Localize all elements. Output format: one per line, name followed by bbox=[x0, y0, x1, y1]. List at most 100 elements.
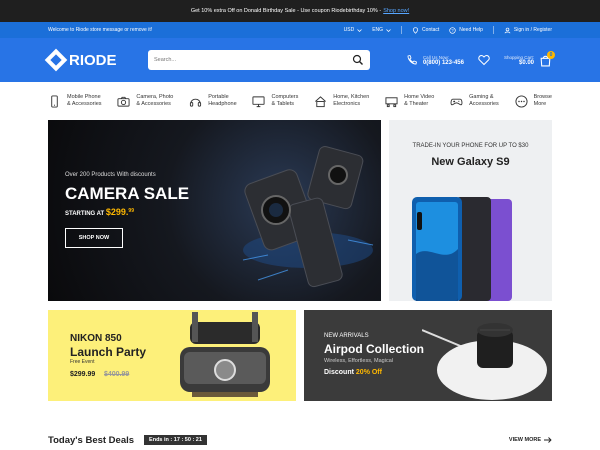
promo-text: Get 10% extra Off on Donald Birthday Sal… bbox=[190, 8, 382, 14]
banner-airpod-collection[interactable]: NEW ARRIVALS Airpod Collection Wireless,… bbox=[304, 310, 552, 401]
currency-label: USD bbox=[343, 27, 355, 33]
category-label: Home, Kitchen bbox=[333, 94, 370, 101]
help-link[interactable]: ? Need Help bbox=[449, 26, 483, 34]
theater-icon bbox=[385, 96, 398, 107]
more-icon bbox=[515, 94, 528, 108]
category-item-kitchen[interactable]: Home, Kitchen Electronics bbox=[314, 94, 369, 107]
signin-label: Sign in / Register bbox=[513, 27, 552, 33]
phone-icon bbox=[407, 54, 417, 65]
logo[interactable]: RIODE bbox=[44, 48, 148, 72]
category-label: & Tablets bbox=[271, 101, 295, 107]
category-label: & Accessories bbox=[67, 101, 102, 107]
hero-title: CAMERA SALE bbox=[65, 184, 190, 203]
category-item-headphone[interactable]: Portable Headphone bbox=[189, 94, 237, 107]
banner-nikon-launch[interactable]: NIKON 850 Launch Party Free Event $299.9… bbox=[48, 310, 296, 401]
call-us[interactable]: Call Us Now: 0(800) 123-456 bbox=[406, 54, 464, 66]
shopping-cart[interactable]: Shopping Cart: $0.00 0 bbox=[503, 50, 555, 67]
category-label: Camera, Photo bbox=[136, 94, 174, 101]
category-label: Gaming & bbox=[469, 94, 494, 101]
category-bar: Mobile Phone & Accessories Camera, Photo &… bbox=[48, 90, 552, 112]
cart-icon-wrap: 0 bbox=[539, 50, 555, 67]
contact-link[interactable]: Contact bbox=[412, 26, 439, 34]
airpod-discount-prefix: Discount bbox=[324, 369, 354, 376]
hero-price: STARTING AT $299.99 bbox=[65, 207, 134, 217]
category-label: Browse bbox=[533, 94, 552, 101]
category-label: More bbox=[533, 101, 547, 107]
nikon-price: $299.99 bbox=[70, 371, 96, 378]
search-icon[interactable] bbox=[352, 54, 364, 66]
camera-icon bbox=[117, 96, 130, 107]
location-pin-icon bbox=[413, 26, 418, 34]
language-select[interactable]: ENG bbox=[372, 27, 391, 33]
smartphones-image bbox=[412, 197, 512, 301]
nikon-title: NIKON 850 bbox=[70, 333, 122, 344]
category-label: Electronics bbox=[333, 101, 361, 107]
top-strip: Welcome to Riode store message or remove… bbox=[0, 22, 600, 38]
cart-label: Shopping Cart: bbox=[503, 54, 534, 60]
side-banner-galaxy[interactable]: TRADE-IN YOUR PHONE FOR UP TO $30 New Ga… bbox=[389, 120, 552, 301]
help-label: Need Help bbox=[459, 27, 483, 33]
chevron-down-icon bbox=[386, 28, 391, 32]
category-item-theater[interactable]: Home Video & Theater bbox=[385, 94, 434, 107]
gamepad-icon bbox=[450, 98, 463, 105]
welcome-message: Welcome to Riode store message or remove… bbox=[48, 27, 153, 33]
promo-shop-link[interactable]: Shop now! bbox=[383, 8, 409, 14]
category-item-computers[interactable]: Computers & Tablets bbox=[252, 94, 298, 107]
airpod-discount: Discount 20% Off bbox=[324, 369, 382, 376]
deals-title: Today's Best Deals bbox=[48, 434, 135, 446]
search-input[interactable] bbox=[154, 57, 352, 63]
call-label: Call Us Now: bbox=[422, 54, 449, 60]
headphone-icon bbox=[190, 98, 202, 107]
divider bbox=[401, 26, 403, 34]
shop-now-button[interactable]: SHOP NOW bbox=[65, 228, 123, 248]
category-label: Portable bbox=[208, 94, 229, 101]
category-label: Accessories bbox=[469, 101, 499, 107]
speaker-image bbox=[422, 323, 547, 400]
nikon-event: Free Event bbox=[70, 359, 95, 365]
todays-deals-header: Today's Best Deals Ends in : 17 : 50 : 2… bbox=[48, 432, 552, 448]
chevron-down-icon bbox=[357, 28, 362, 32]
hero-price-amount: $299. bbox=[105, 207, 129, 217]
cart-count-badge: 0 bbox=[547, 50, 555, 59]
wishlist-heart-icon[interactable] bbox=[478, 54, 490, 66]
airpod-tag: NEW ARRIVALS bbox=[324, 333, 369, 339]
hero-subtitle: Over 200 Products With discounts bbox=[65, 172, 156, 178]
category-item-camera[interactable]: Camera, Photo & Accessories bbox=[117, 94, 173, 107]
signin-link[interactable]: Sign in / Register bbox=[504, 27, 552, 34]
category-label: Home Video bbox=[404, 94, 435, 101]
language-label: ENG bbox=[372, 27, 384, 33]
airpod-discount-value: 20% Off bbox=[355, 369, 382, 376]
promo-bar: Get 10% extra Off on Donald Birthday Sal… bbox=[0, 0, 600, 22]
category-item-browse-more[interactable]: Browse More bbox=[515, 94, 552, 108]
airpod-description: Wireless, Effortless, Magical bbox=[324, 358, 393, 364]
currency-select[interactable]: USD bbox=[344, 27, 363, 33]
monitor-icon bbox=[252, 95, 266, 107]
kitchen-icon bbox=[315, 95, 327, 107]
main-header: RIODE Call Us Now: 0(800) 123-456 Shoppi… bbox=[0, 38, 600, 82]
arrow-right-icon bbox=[544, 437, 552, 443]
airpod-title: Airpod Collection bbox=[324, 342, 424, 356]
view-more-link[interactable]: VIEW MORE bbox=[509, 437, 552, 443]
category-label: & Accessories bbox=[136, 101, 171, 107]
phone-icon bbox=[51, 94, 58, 108]
hero-price-cents: 99 bbox=[128, 208, 134, 214]
side-banner-tagline: TRADE-IN YOUR PHONE FOR UP TO $30 bbox=[412, 143, 529, 149]
side-banner-title: New Galaxy S9 bbox=[431, 156, 510, 168]
hero-price-prefix: STARTING AT bbox=[65, 211, 105, 217]
category-label: Mobile Phone bbox=[67, 94, 101, 101]
logo-text: RIODE bbox=[69, 51, 117, 69]
search-box bbox=[148, 50, 370, 70]
nikon-subtitle: Launch Party bbox=[70, 345, 147, 359]
cart-total: $0.00 bbox=[518, 59, 534, 66]
category-item-gaming[interactable]: Gaming & Accessories bbox=[450, 94, 499, 107]
hero-banner-camera-sale[interactable]: Over 200 Products With discounts CAMERA … bbox=[48, 120, 381, 301]
view-more-label: VIEW MORE bbox=[508, 437, 541, 443]
svg-text:?: ? bbox=[452, 27, 455, 32]
user-icon bbox=[504, 27, 511, 33]
nikon-old-price: $400.99 bbox=[104, 371, 130, 378]
category-label: Headphone bbox=[208, 101, 237, 107]
phone-number: 0(800) 123-456 bbox=[422, 59, 464, 66]
category-item-mobile[interactable]: Mobile Phone & Accessories bbox=[48, 94, 102, 108]
action-camera-image bbox=[242, 146, 374, 288]
logo-mark-icon bbox=[44, 48, 68, 72]
